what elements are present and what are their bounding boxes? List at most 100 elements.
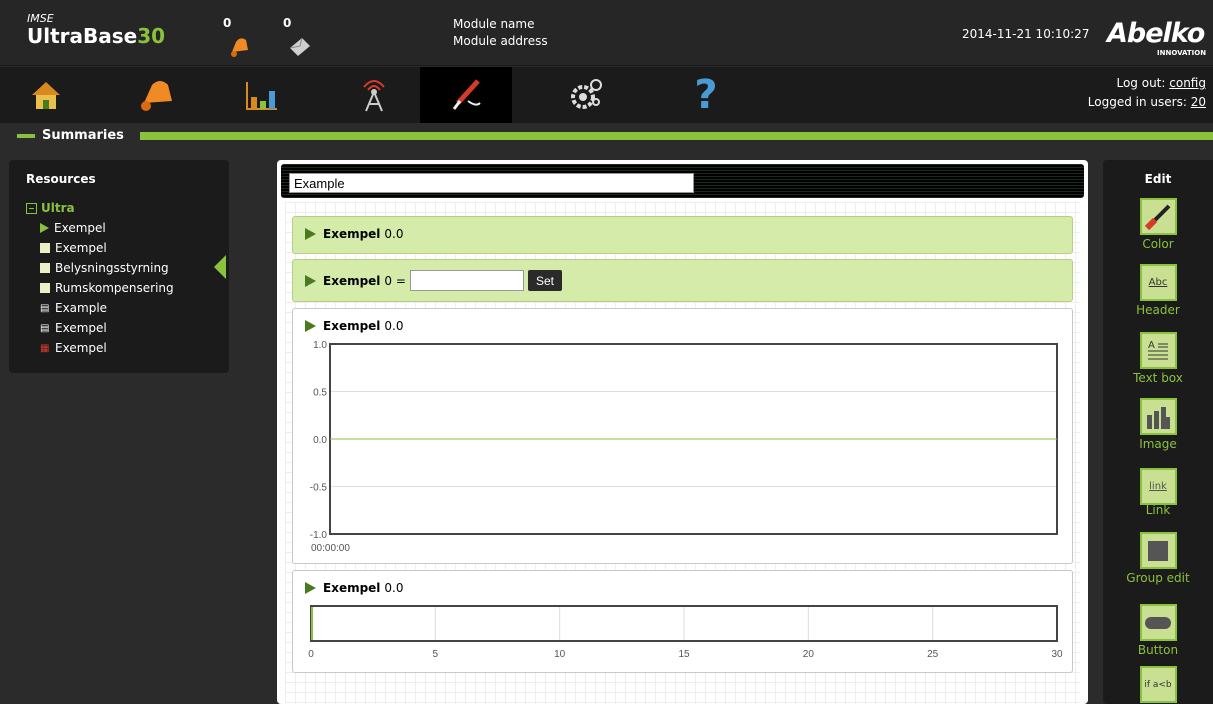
module-info: Module name Module address	[453, 16, 548, 50]
summary-title-input[interactable]	[289, 173, 694, 193]
tree-item-label: Exempel	[54, 221, 106, 235]
edit-title: Edit	[1144, 172, 1172, 186]
widget-value: 0 =	[384, 273, 406, 288]
list-icon: ▤	[40, 302, 50, 314]
play-icon	[305, 274, 316, 287]
line-chart: 1.0 0.5 0.0 -0.5 -1.0 00:00:00	[310, 340, 1058, 554]
group-edit-icon	[1139, 532, 1177, 569]
help-icon: ?	[694, 72, 718, 118]
tool-color[interactable]: Color	[1103, 198, 1213, 251]
canvas-header	[281, 164, 1084, 198]
antenna-icon	[363, 80, 385, 112]
tool-condition[interactable]: if a<b	[1103, 666, 1213, 703]
module-name: Module name	[453, 17, 535, 31]
line-chart-widget[interactable]: Exempel 0.0 1.0 0.5 0.0 -0.5 -1.0 00:00:00	[292, 308, 1073, 564]
tools-icon	[452, 79, 481, 110]
condition-icon: if a<b	[1139, 666, 1177, 703]
bar	[311, 607, 313, 640]
tree-item-label: Rumskompensering	[55, 281, 174, 295]
tree-item[interactable]: ▤ Exempel	[26, 318, 174, 338]
collapse-icon[interactable]	[26, 202, 37, 214]
widget-name: Exempel	[323, 227, 381, 241]
widget-label: Exempel 0 = Set	[305, 270, 562, 291]
tool-group-edit[interactable]: Group edit	[1103, 532, 1213, 585]
tree-item[interactable]: Rumskompensering	[26, 278, 174, 298]
abelko-logo: Abelko	[1107, 18, 1205, 49]
brand-number: 30	[137, 24, 166, 48]
link-icon-text: link	[1149, 481, 1167, 492]
header-icon-text: Abc	[1148, 277, 1168, 288]
x-tick-label: 20	[803, 649, 815, 660]
x-tick-label: 5	[433, 649, 439, 660]
module-address: Module address	[453, 34, 548, 48]
setpoint-input[interactable]	[409, 270, 524, 291]
tree-item-label: Exempel	[55, 241, 107, 255]
logout-link[interactable]: config	[1169, 76, 1206, 90]
tree-item[interactable]: ▦ Exempel	[26, 338, 174, 358]
tree-item[interactable]: ▤ Example	[26, 298, 174, 318]
triangle-icon	[40, 223, 49, 233]
tree-item[interactable]: Exempel	[26, 238, 174, 258]
message-count: 0	[283, 16, 292, 30]
message-icon[interactable]	[288, 34, 312, 58]
alarm-bell-icon	[141, 81, 172, 111]
tool-button[interactable]: Button	[1103, 604, 1213, 657]
tool-header[interactable]: Abc Header	[1103, 264, 1213, 317]
set-button[interactable]: Set	[527, 270, 562, 291]
x-tick-label: 00:00:00	[311, 543, 350, 554]
y-tick-label: -1.0	[310, 530, 328, 541]
value-widget[interactable]: Exempel 0.0	[292, 216, 1073, 254]
nav-tools[interactable]	[420, 67, 512, 123]
logged-in-label: Logged in users:	[1087, 95, 1187, 109]
textbox-icon: A	[1139, 332, 1177, 369]
nav-settings[interactable]	[540, 67, 632, 123]
tool-label: Color	[1142, 237, 1174, 251]
table-icon: ▦	[40, 342, 50, 354]
tool-link[interactable]: link Link	[1103, 468, 1213, 517]
tool-textbox[interactable]: A Text box	[1103, 332, 1213, 385]
x-tick-label: 10	[554, 649, 566, 660]
tool-label: Text box	[1133, 371, 1183, 385]
tree-item-label: Exempel	[55, 341, 107, 355]
top-bar: IMSE UltraBase30 0 0 Module name Module …	[0, 0, 1213, 66]
y-tick-label: 0.5	[313, 388, 327, 399]
tool-label: Header	[1136, 303, 1180, 317]
x-tick-label: 15	[678, 649, 690, 660]
nav-help[interactable]: ?	[660, 67, 752, 123]
nav-communication[interactable]	[328, 67, 420, 123]
setpoint-widget[interactable]: Exempel 0 = Set	[292, 259, 1073, 302]
tool-image[interactable]: Image	[1103, 398, 1213, 451]
section-bar-right	[140, 132, 1213, 140]
tree-item[interactable]: Exempel	[26, 218, 174, 238]
datetime: 2014-11-21 10:10:27	[962, 27, 1090, 41]
paintbrush-icon	[1139, 198, 1177, 235]
bar-chart-icon	[246, 82, 277, 110]
tree-item[interactable]: Belysningsstyrning	[26, 258, 174, 278]
tool-label: Group edit	[1126, 571, 1190, 585]
nav-home[interactable]	[0, 67, 92, 123]
tree-item-label: Exempel	[55, 321, 107, 335]
panel-collapse-arrow[interactable]	[214, 255, 226, 279]
square-icon	[40, 263, 50, 273]
logged-in-count-link[interactable]: 20	[1191, 95, 1206, 109]
square-icon	[40, 243, 50, 253]
tree-root[interactable]: Ultra	[26, 198, 174, 218]
logout-label: Log out:	[1116, 76, 1166, 90]
resources-panel: Resources Ultra Exempel Exempel Belysnin…	[9, 160, 229, 373]
square-icon	[40, 283, 50, 293]
tree-item-label: Belysningsstyrning	[55, 261, 169, 275]
nav-alarms[interactable]	[112, 67, 204, 123]
nav-charts[interactable]	[216, 67, 308, 123]
edit-panel: Edit Color Abc Header A Text box Image l…	[1103, 160, 1213, 704]
resource-tree: Ultra Exempel Exempel Belysningsstyrning…	[26, 198, 174, 358]
alarm-bell-icon[interactable]	[228, 34, 252, 58]
bar-chart-widget[interactable]: Exempel 0.0 0 5 10 15 20 25 30	[292, 570, 1073, 673]
logo-subtitle: INNOVATION	[1157, 49, 1207, 57]
x-tick-label: 25	[927, 649, 939, 660]
brand-name-text: UltraBase	[27, 24, 138, 48]
widget-label: Exempel 0.0	[305, 227, 404, 241]
image-icon	[1139, 398, 1177, 435]
login-info: Log out: config Logged in users: 20	[1088, 74, 1206, 112]
tree-root-label: Ultra	[41, 201, 75, 215]
x-tick-label: 0	[308, 649, 314, 660]
